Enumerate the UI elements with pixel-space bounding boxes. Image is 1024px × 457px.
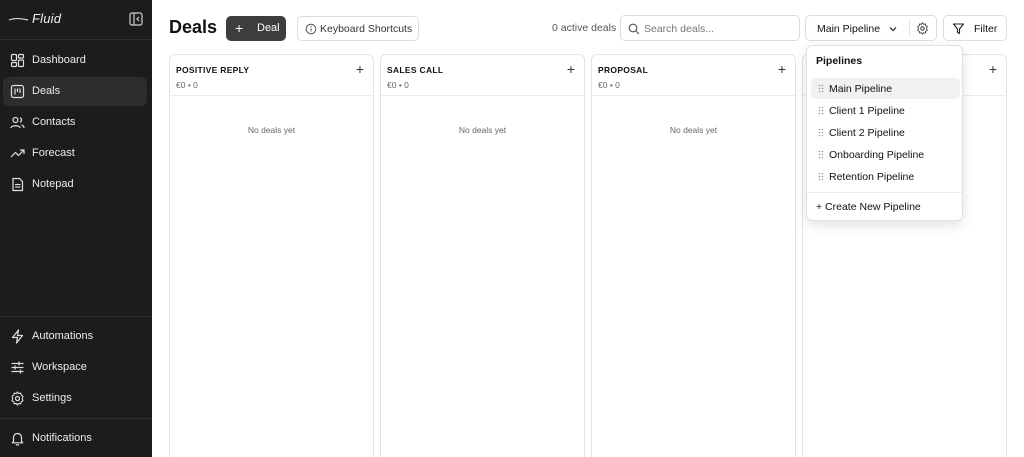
add-deal-to-column-button[interactable]: + <box>989 62 997 76</box>
brand-name: Fluid <box>32 11 62 26</box>
drag-handle-icon[interactable] <box>818 128 824 137</box>
column-title: PROPOSAL <box>598 65 649 75</box>
drag-handle-icon[interactable] <box>818 106 824 115</box>
add-deal-button[interactable]: + Deal <box>226 16 286 41</box>
column-header: POSITIVE REPLY €0 • 0 + <box>170 55 373 96</box>
sliders-icon <box>11 361 24 374</box>
drag-handle-icon[interactable] <box>818 172 824 181</box>
add-deal-to-column-button[interactable]: + <box>567 62 575 76</box>
chevron-down-icon <box>889 27 897 32</box>
filter-button[interactable]: Filter <box>943 15 1007 41</box>
drag-handle-icon[interactable] <box>818 84 824 93</box>
column-summary: €0 • 0 <box>598 80 620 90</box>
sidebar-divider <box>0 418 152 419</box>
filter-icon <box>952 23 965 35</box>
pipeline-settings-icon[interactable] <box>916 22 929 35</box>
column-header: PROPOSAL €0 • 0 + <box>592 55 795 96</box>
bell-icon <box>11 432 24 446</box>
empty-state: No deals yet <box>247 125 296 135</box>
sidebar-item-label: Forecast <box>32 147 75 159</box>
pipeline-option-label: Client 1 Pipeline <box>829 105 905 117</box>
pipeline-selector[interactable]: Main Pipeline <box>805 15 937 41</box>
brand-header: Fluid <box>0 0 152 40</box>
column-proposal: PROPOSAL €0 • 0 + No deals yet <box>591 54 796 457</box>
sidebar-item-settings[interactable]: Settings <box>3 384 147 413</box>
create-pipeline-button[interactable]: + Create New Pipeline <box>816 201 921 213</box>
sidebar-item-workspace[interactable]: Workspace <box>3 353 147 382</box>
dashboard-icon <box>10 53 25 68</box>
brand-logo-icon <box>8 17 29 21</box>
empty-state: No deals yet <box>669 125 718 135</box>
sidebar-item-label: Workspace <box>32 361 87 373</box>
sidebar-item-label: Automations <box>32 330 94 342</box>
collapse-sidebar-icon[interactable] <box>129 12 143 26</box>
sidebar-item-label: Settings <box>32 392 72 404</box>
search-icon <box>628 23 640 35</box>
gear-icon <box>11 391 24 406</box>
sidebar-item-contacts[interactable]: Contacts <box>3 108 147 137</box>
add-deal-to-column-button[interactable]: + <box>356 62 364 76</box>
plus-icon: + <box>235 20 244 36</box>
pipeline-option-label: Client 2 Pipeline <box>829 127 905 139</box>
file-text-icon <box>12 177 24 192</box>
column-summary: €0 • 0 <box>387 80 409 90</box>
pipeline-option-label: Retention Pipeline <box>829 171 915 183</box>
zap-icon <box>11 329 24 344</box>
column-title: POSITIVE REPLY <box>176 65 250 75</box>
pipeline-option-onboarding[interactable]: Onboarding Pipeline <box>811 144 960 165</box>
search-input[interactable] <box>644 21 794 36</box>
add-deal-label: Deal <box>257 22 280 34</box>
pipeline-option-client-2[interactable]: Client 2 Pipeline <box>811 122 960 143</box>
page-title: Deals <box>169 17 218 37</box>
sidebar-item-notepad[interactable]: Notepad <box>3 170 147 199</box>
column-sales-call: SALES CALL €0 • 0 + No deals yet <box>380 54 585 457</box>
drag-handle-icon[interactable] <box>818 150 824 159</box>
sidebar-item-label: Contacts <box>32 116 76 128</box>
column-positive-reply: POSITIVE REPLY €0 • 0 + No deals yet <box>169 54 374 457</box>
pipeline-selected-label: Main Pipeline <box>817 23 881 35</box>
sidebar-item-label: Deals <box>32 85 61 97</box>
sidebar: Fluid Dashboard Deals Contacts Forecast … <box>0 0 152 457</box>
pipelines-dropdown-title: Pipelines <box>816 55 863 67</box>
sidebar-item-dashboard[interactable]: Dashboard <box>3 46 147 75</box>
pipelines-dropdown: Pipelines Main Pipeline Client 1 Pipelin… <box>806 45 963 221</box>
sidebar-item-forecast[interactable]: Forecast <box>3 139 147 168</box>
keyboard-shortcuts-label: Keyboard Shortcuts <box>320 23 413 35</box>
sidebar-item-label: Dashboard <box>32 54 86 66</box>
users-icon <box>10 116 25 129</box>
pipeline-option-main[interactable]: Main Pipeline <box>811 78 960 99</box>
sidebar-divider <box>0 316 152 317</box>
pipeline-option-retention[interactable]: Retention Pipeline <box>811 166 960 187</box>
active-deals-count: 0 active deals <box>552 22 617 34</box>
pipeline-separator <box>909 20 910 37</box>
column-summary: €0 • 0 <box>176 80 198 90</box>
column-title: SALES CALL <box>387 65 444 75</box>
add-deal-to-column-button[interactable]: + <box>778 62 786 76</box>
pipeline-option-label: Onboarding Pipeline <box>829 149 925 161</box>
sidebar-item-automations[interactable]: Automations <box>3 322 147 351</box>
pipeline-option-label: Main Pipeline <box>829 83 893 95</box>
trending-up-icon <box>10 149 25 158</box>
column-header: SALES CALL €0 • 0 + <box>381 55 584 96</box>
pipelines-dropdown-divider <box>807 192 962 193</box>
info-icon <box>305 23 317 35</box>
pipeline-option-client-1[interactable]: Client 1 Pipeline <box>811 100 960 121</box>
sidebar-item-deals[interactable]: Deals <box>3 77 147 106</box>
search-box <box>620 15 800 41</box>
sidebar-item-label: Notifications <box>32 432 92 444</box>
sidebar-item-label: Notepad <box>32 178 74 190</box>
kanban-icon <box>10 84 25 99</box>
filter-label: Filter <box>974 23 998 35</box>
empty-state: No deals yet <box>458 125 507 135</box>
keyboard-shortcuts-button[interactable]: Keyboard Shortcuts <box>297 16 419 41</box>
sidebar-item-notifications[interactable]: Notifications <box>3 424 147 453</box>
